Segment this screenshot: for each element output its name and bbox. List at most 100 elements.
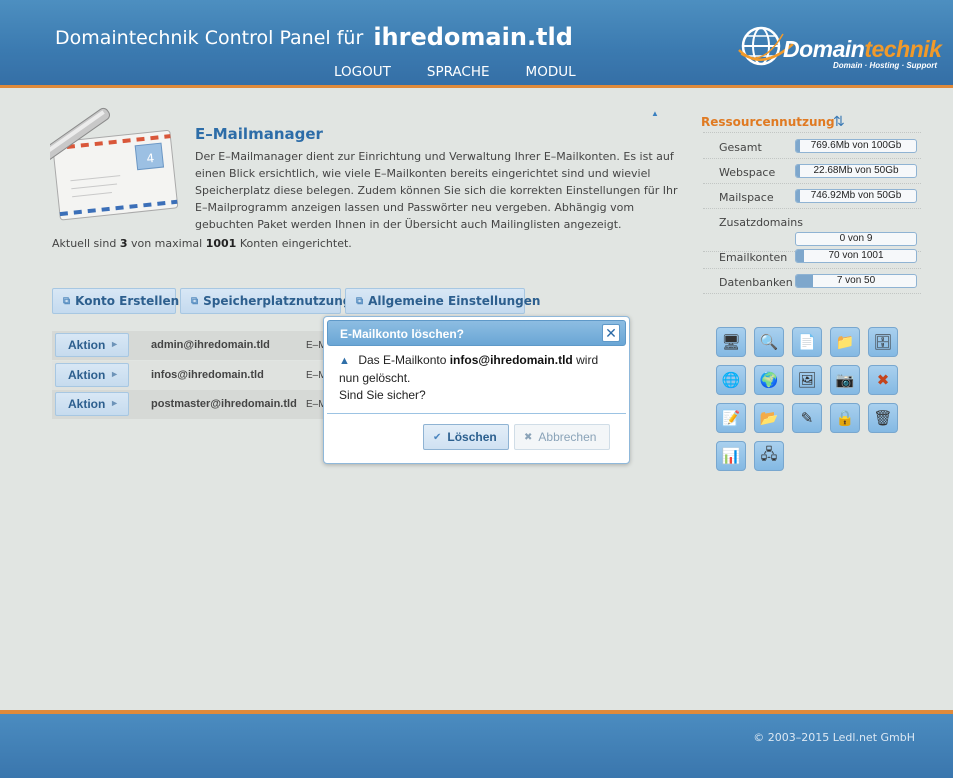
resources-title: Ressourcennutzung	[701, 115, 835, 129]
close-icon[interactable]: ✕	[602, 324, 620, 342]
dialog-message: ▲ Das E-Mailkonto infos@ihredomain.tld w…	[339, 352, 619, 404]
general-settings-button[interactable]: ⧉ Allgemeine Einstellungen	[345, 288, 540, 314]
button-label: Löschen	[447, 430, 497, 444]
email-address: infos@ihredomain.tld	[151, 369, 264, 381]
document-icon[interactable]: 📄	[792, 327, 822, 357]
usage-value: 746.92Mb von 50Gb	[810, 190, 902, 201]
footer: © 2003–2015 Ledl.net GmbH	[0, 710, 953, 778]
divider	[703, 268, 921, 269]
copyright: © 2003–2015 Ledl.net GmbH	[753, 731, 915, 744]
warning-icon: ▲	[339, 355, 350, 367]
table-row: Aktion ► admin@ihredomain.tld E–M	[52, 331, 332, 360]
delete-account-dialog: E-Mailkonto löschen? ✕ ▲ Das E-Mailkonto…	[323, 316, 630, 464]
email-envelope-pen-icon: 4	[0, 104, 182, 226]
email-address: postmaster@ihredomain.tld	[151, 398, 297, 410]
resource-label: Emailkonten	[719, 251, 788, 264]
button-label: Speicherplatznutzung	[203, 294, 352, 308]
nav-logout[interactable]: LOGOUT	[334, 64, 391, 80]
section-description: Der E–Mailmanager dient zur Einrichtung …	[195, 150, 678, 231]
action-button[interactable]: Aktion ►	[55, 392, 129, 416]
files-icon[interactable]: 📂	[754, 403, 784, 433]
popup-icon: ⧉	[191, 295, 199, 307]
scroll-up-arrow-icon[interactable]: ▲	[651, 109, 659, 118]
image-icon[interactable]: 🖼	[792, 365, 822, 395]
database-icon[interactable]: 🗄	[868, 327, 898, 357]
action-label: Aktion	[68, 368, 106, 382]
globe-icon[interactable]: 🌍	[754, 365, 784, 395]
nav-language[interactable]: SPRACHE	[427, 64, 490, 80]
resource-usage-bar: 7 von 50	[795, 274, 917, 288]
notes-icon[interactable]: 📝	[716, 403, 746, 433]
button-label: Allgemeine Einstellungen	[368, 294, 541, 308]
webspace-icon[interactable]: 🖥	[716, 327, 746, 357]
action-label: Aktion	[68, 338, 106, 352]
storage-usage-button[interactable]: ⧉ Speicherplatznutzung	[180, 288, 351, 314]
lock-icon[interactable]: 🔒	[830, 403, 860, 433]
trash-icon[interactable]: 🗑	[868, 403, 898, 433]
button-label: Abbrechen	[538, 430, 597, 444]
table-row: Aktion ► postmaster@ihredomain.tld E–M	[52, 390, 332, 419]
refresh-icon[interactable]: ⇅	[833, 113, 845, 130]
resource-label: Webspace	[719, 166, 776, 179]
popup-icon: ⧉	[356, 295, 364, 307]
divider	[327, 413, 626, 414]
button-label: Konto Erstellen	[75, 294, 180, 308]
globe-dark-icon[interactable]: 🌐	[716, 365, 746, 395]
chevron-right-icon: ►	[110, 339, 119, 349]
resource-label: Zusatzdomains	[719, 216, 803, 229]
tools-icon[interactable]: ✖	[868, 365, 898, 395]
cancel-button[interactable]: ✖ Abbrechen	[514, 424, 610, 450]
divider	[703, 293, 921, 294]
chevron-right-icon: ►	[110, 369, 119, 379]
folder-icon[interactable]: 📁	[830, 327, 860, 357]
domain-name: ihredomain.tld	[373, 23, 573, 51]
usage-value: 769.6Mb von 100Gb	[810, 140, 902, 151]
network-icon[interactable]: 🖧	[754, 441, 784, 471]
dialog-header: E-Mailkonto löschen? ✕	[327, 320, 626, 346]
dialog-text: Das E-Mailkonto	[358, 353, 447, 367]
resource-usage-bar: 70 von 1001	[795, 249, 917, 263]
edit-icon[interactable]: ✎	[792, 403, 822, 433]
resource-usage-bar: 746.92Mb von 50Gb	[795, 189, 917, 203]
account-status: Aktuell sind 3 von maximal 1001 Konten e…	[52, 237, 352, 250]
usage-value: 0 von 9	[839, 233, 873, 244]
logo-tagline: Domain · Hosting · Support	[833, 61, 937, 70]
camera-icon[interactable]: 📷	[830, 365, 860, 395]
usage-value: 70 von 1001	[828, 250, 884, 261]
search-icon[interactable]: 🔍	[754, 327, 784, 357]
table-row: Aktion ► infos@ihredomain.tld E–M	[52, 361, 332, 390]
resource-usage-bar: 769.6Mb von 100Gb	[795, 139, 917, 153]
action-button[interactable]: Aktion ►	[55, 333, 129, 357]
action-label: Aktion	[68, 397, 106, 411]
popup-icon: ⧉	[63, 295, 71, 307]
status-text: Aktuell sind	[52, 237, 117, 250]
chart-icon[interactable]: 📊	[716, 441, 746, 471]
dialog-email: infos@ihredomain.tld	[449, 353, 573, 367]
resource-label: Datenbanken	[719, 276, 793, 289]
logo-accent: technik	[864, 36, 942, 62]
account-count: 3	[119, 237, 128, 250]
header: Domaintechnik Control Panel für ihredoma…	[0, 0, 953, 88]
status-text: von maximal	[130, 237, 203, 250]
chevron-right-icon: ►	[110, 398, 119, 408]
divider	[703, 158, 921, 159]
create-account-button[interactable]: ⧉ Konto Erstellen	[52, 288, 180, 314]
logo-text: Domain	[783, 36, 865, 62]
account-max: 1001	[205, 237, 237, 250]
action-button[interactable]: Aktion ►	[55, 363, 129, 387]
divider	[703, 132, 921, 133]
check-icon: ✔	[433, 431, 442, 443]
divider	[703, 208, 921, 209]
domaintechnik-logo: Domaintechnik Domain · Hosting · Support	[737, 20, 949, 72]
confirm-delete-button[interactable]: ✔ Löschen	[423, 424, 509, 450]
svg-text:4: 4	[146, 151, 155, 166]
nav-module[interactable]: MODUL	[526, 64, 576, 80]
usage-value: 22.68Mb von 50Gb	[813, 165, 899, 176]
resource-usage-bar: 22.68Mb von 50Gb	[795, 164, 917, 178]
page-title: Domaintechnik Control Panel für ihredoma…	[55, 22, 573, 51]
title-prefix: Domaintechnik Control Panel für	[55, 27, 364, 49]
main-nav: LOGOUT SPRACHE MODUL	[334, 64, 576, 80]
dialog-title: E-Mailkonto löschen?	[340, 327, 465, 341]
email-address: admin@ihredomain.tld	[151, 339, 270, 351]
status-text: Konten eingerichtet.	[239, 237, 352, 250]
